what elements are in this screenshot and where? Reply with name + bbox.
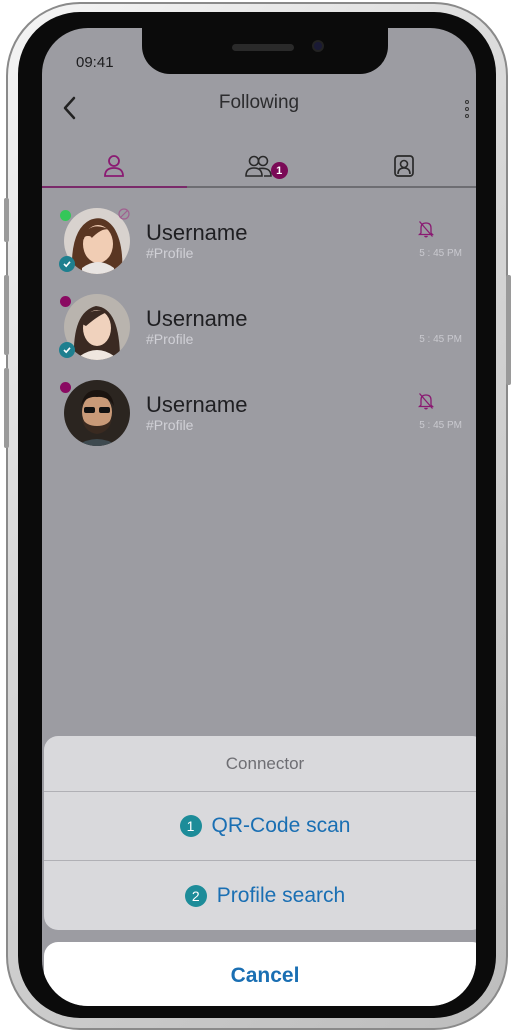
avatar <box>64 380 130 446</box>
more-dot <box>465 100 469 104</box>
timestamp: 5 : 45 PM <box>419 420 462 431</box>
tab-underline <box>42 186 187 188</box>
page-title: Following <box>218 92 300 113</box>
tab-underline <box>186 186 332 188</box>
tab-groups[interactable]: 1 <box>186 144 332 188</box>
speaker <box>232 44 294 51</box>
tab-following[interactable] <box>42 144 187 188</box>
option-label: Profile search <box>216 883 346 907</box>
screen: 09:41 Following 1 Username #Profile 5: … <box>42 28 476 1006</box>
list-item[interactable]: Username #Profile 5 : 45 PM <box>42 290 476 376</box>
tab-badge: 1 <box>270 162 288 179</box>
more-options-button[interactable] <box>458 94 476 124</box>
qr-code-scan-option[interactable]: 1 QR-Code scan <box>44 792 476 861</box>
volume-up-button <box>4 275 9 355</box>
group-icon <box>245 155 272 177</box>
notch <box>142 28 388 74</box>
status-dot <box>60 296 71 307</box>
blocked-icon <box>118 208 130 220</box>
timestamp: 5 : 45 PM <box>419 248 462 259</box>
username: Username <box>146 392 248 417</box>
power-button <box>506 275 511 385</box>
person-icon <box>104 155 125 177</box>
bell-off-icon[interactable] <box>418 392 434 410</box>
profile-tag: #Profile <box>146 417 194 433</box>
verified-badge-icon <box>59 342 75 358</box>
verified-badge-icon <box>59 256 75 272</box>
username: Username <box>146 306 248 331</box>
tab-underline <box>331 186 476 188</box>
volume-down-button <box>4 368 9 448</box>
camera <box>312 40 324 52</box>
profile-tag: #Profile <box>146 245 194 261</box>
more-dot <box>465 107 469 111</box>
status-time: 09:41 <box>76 54 114 71</box>
status-dot <box>60 382 71 393</box>
bell-off-icon[interactable] <box>418 220 434 238</box>
tab-bar: 1 <box>42 144 476 188</box>
option-label: QR-Code scan <box>211 814 351 837</box>
option-number-badge: 1 <box>179 815 202 837</box>
contact-card-icon <box>393 155 414 177</box>
more-dot <box>465 114 469 118</box>
action-sheet: Connector 1 QR-Code scan 2 Profile searc… <box>44 736 476 930</box>
action-sheet-title: Connector <box>44 736 476 792</box>
online-status-dot <box>60 210 71 221</box>
timestamp: 5 : 45 PM <box>419 334 462 345</box>
list-item[interactable]: Username #Profile 5 : 45 PM <box>42 204 476 290</box>
cancel-button[interactable]: Cancel <box>44 942 476 1006</box>
list-item[interactable]: Username #Profile 5 : 45 PM <box>42 376 476 462</box>
username: Username <box>146 220 248 245</box>
tab-contacts[interactable] <box>331 144 476 188</box>
option-number-badge: 2 <box>184 884 207 907</box>
contact-list: Username #Profile 5 : 45 PM Username #Pr… <box>42 204 476 462</box>
profile-tag: #Profile <box>146 331 194 347</box>
side-button <box>4 198 9 242</box>
profile-search-option[interactable]: 2 Profile search <box>44 861 476 930</box>
